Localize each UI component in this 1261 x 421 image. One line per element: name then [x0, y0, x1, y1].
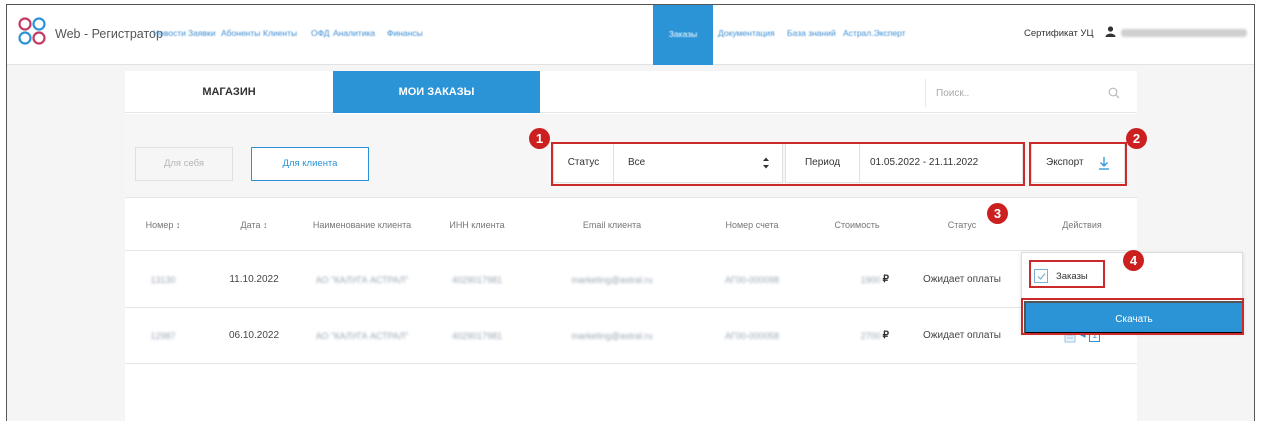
- invoice-number: АГ00-000058: [725, 331, 779, 341]
- order-status: Ожидает оплаты: [923, 330, 1001, 341]
- invoice-number: АГ00-000098: [725, 275, 779, 285]
- status-label: Статус: [554, 144, 614, 182]
- currency-sign: ₽: [882, 330, 889, 341]
- order-status: Ожидает оплаты: [923, 274, 1001, 285]
- logo-icon[interactable]: [17, 16, 47, 46]
- period-filter[interactable]: Период 01.05.2022 - 21.11.2022: [785, 143, 1023, 183]
- checkmark-icon: [1037, 273, 1046, 280]
- column-status: Статус: [947, 220, 977, 230]
- step-badge-2: 2: [1126, 128, 1147, 149]
- status-filter[interactable]: Статус Все: [553, 143, 783, 183]
- step-badge-1: 1: [529, 128, 550, 149]
- export-button[interactable]: Экспорт: [1031, 143, 1125, 183]
- export-label: Экспорт: [1046, 157, 1084, 168]
- client-name: АО "КАЛУГА АСТРАЛ": [315, 275, 409, 285]
- search-box: [925, 79, 1127, 107]
- orders-checkbox-label: Заказы: [1056, 270, 1088, 282]
- search-input[interactable]: [936, 81, 1086, 105]
- step-badge-4: 4: [1123, 250, 1144, 271]
- order-number: 12987: [150, 331, 176, 341]
- download-button[interactable]: Скачать: [1024, 301, 1244, 334]
- table-row[interactable]: 12987 06.10.2022 АО "КАЛУГА АСТРАЛ" 4029…: [125, 308, 1137, 364]
- nav-item-astral-expert[interactable]: Астрал.Эксперт: [843, 28, 906, 38]
- filter-bar: Для себя Для клиента Статус Все Период 0…: [125, 114, 1137, 198]
- nav-item-orders[interactable]: Заказы: [653, 29, 713, 39]
- client-inn: 4029017981: [451, 275, 503, 285]
- search-icon[interactable]: [1108, 87, 1120, 99]
- nav-item-finance[interactable]: Финансы: [387, 28, 423, 38]
- table-row[interactable]: 13130 11.10.2022 АО "КАЛУГА АСТРАЛ" 4029…: [125, 252, 1137, 308]
- column-actions: Действия: [1062, 220, 1102, 230]
- nav-item-requests[interactable]: Заявки: [188, 28, 215, 38]
- orders-checkbox-row[interactable]: Заказы: [1034, 265, 1088, 287]
- nav-item-certificate[interactable]: Сертификат УЦ: [1024, 28, 1094, 39]
- order-price: 2700 ₽: [817, 308, 897, 364]
- period-range-value[interactable]: 01.05.2022 - 21.11.2022: [870, 144, 978, 182]
- orders-panel: МАГАЗИН МОИ ЗАКАЗЫ Для себя Для клиента …: [125, 71, 1244, 421]
- user-name[interactable]: [1121, 29, 1247, 37]
- column-client-inn: ИНН клиента: [449, 220, 505, 230]
- period-label: Период: [786, 144, 860, 182]
- select-arrows-icon[interactable]: [762, 156, 770, 170]
- client-name: АО "КАЛУГА АСТРАЛ": [315, 331, 409, 341]
- orders-checkbox[interactable]: [1034, 269, 1048, 283]
- column-client-name: Наименование клиента: [312, 220, 412, 230]
- nav-item-subscribers[interactable]: Абоненты: [221, 28, 260, 38]
- top-navigation: Web - Регистратор Новости Заявки Абонент…: [7, 5, 1254, 65]
- app-window: Web - Регистратор Новости Заявки Абонент…: [6, 4, 1255, 421]
- tab-shop[interactable]: МАГАЗИН: [125, 71, 333, 113]
- currency-sign: ₽: [882, 274, 889, 285]
- order-date: 11.10.2022: [229, 274, 279, 285]
- order-price: 1900 ₽: [817, 252, 897, 308]
- price-value: 2700: [860, 331, 881, 341]
- nav-item-analytics[interactable]: Аналитика: [333, 28, 375, 38]
- table-header: Номер ↕ Дата ↕ Наименование клиента ИНН …: [125, 199, 1137, 251]
- nav-item-knowledge-base[interactable]: База знаний: [787, 28, 836, 38]
- download-arrow-icon: [1099, 157, 1109, 170]
- for-self-button[interactable]: Для себя: [135, 147, 233, 181]
- nav-item-ofd[interactable]: ОФД: [311, 28, 330, 38]
- column-number[interactable]: Номер ↕: [125, 199, 201, 251]
- column-price: Стоимость: [834, 220, 880, 230]
- nav-item-news[interactable]: Новости: [153, 28, 186, 38]
- client-email: marketing@astral.ru: [571, 275, 653, 285]
- tab-bar: МАГАЗИН МОИ ЗАКАЗЫ: [125, 71, 1137, 113]
- nav-item-docs[interactable]: Документация: [718, 28, 775, 38]
- tab-my-orders[interactable]: МОИ ЗАКАЗЫ: [333, 71, 540, 113]
- price-value: 1900: [860, 275, 881, 285]
- status-select-value[interactable]: Все: [628, 144, 645, 182]
- client-inn: 4029017981: [451, 331, 503, 341]
- user-icon[interactable]: [1105, 26, 1116, 37]
- order-date: 06.10.2022: [228, 330, 280, 341]
- order-number: 13130: [150, 275, 176, 285]
- step-badge-3: 3: [987, 203, 1008, 224]
- column-date[interactable]: Дата ↕: [201, 199, 307, 251]
- brand-title[interactable]: Web - Регистратор: [55, 27, 163, 41]
- column-client-email: Email клиента: [582, 220, 642, 230]
- nav-item-clients[interactable]: Клиенты: [263, 28, 297, 38]
- client-email: marketing@astral.ru: [571, 331, 653, 341]
- for-client-button[interactable]: Для клиента: [251, 147, 369, 181]
- column-invoice: Номер счета: [725, 220, 779, 230]
